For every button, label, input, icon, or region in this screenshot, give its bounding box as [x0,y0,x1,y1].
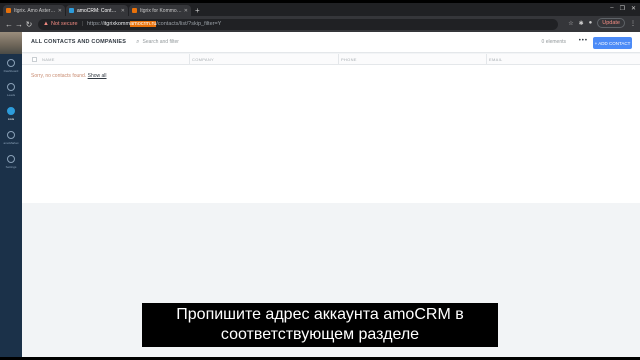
extensions-icon[interactable]: ✱ [579,20,584,27]
sidebar-item-lists[interactable]: Lists [0,102,22,126]
lists-icon [7,107,15,115]
browser-toolbar: ← → ↻ ▲ Not secure | https:// itgrixkomm… [0,16,640,32]
browser-right-tools: ☆ ✱ ● Update ⋮ [568,18,636,28]
tab-label: amoCRM: Contacts, itgrix [77,7,119,14]
tab-close-icon[interactable]: ✕ [121,8,125,14]
account-avatar[interactable] [0,32,22,54]
sidebar-item-label: Dashboard [3,69,19,73]
sidebar-item-label: Settings [5,165,17,169]
dashboard-icon [7,59,15,67]
search-icon: ⌕ [136,38,140,45]
browser-window: Itgrix. Amo Asterisk Conn ✕ amoCRM: Cont… [0,3,640,357]
table-header: NAME COMPANY PHONE EMAIL [22,54,640,65]
url-highlight: amocrm.ru [130,21,157,27]
page-title: ALL CONTACTS AND COMPANIES [31,39,127,45]
sidebar-item-dashboard[interactable]: Dashboard [0,54,22,78]
tab-favicon-icon [6,8,11,13]
contacts-table: NAME COMPANY PHONE EMAIL Sorry, no conta… [22,54,640,203]
sidebar-item-label: Lists [7,117,15,121]
tab-close-icon[interactable]: ✕ [58,8,62,14]
tab-close-icon[interactable]: ✕ [184,8,188,14]
tab-label: Itgrix. Amo Asterisk Conn [14,7,56,14]
not-secure-label: Not secure [50,21,78,27]
empty-text: Sorry, no contacts found. [31,73,87,79]
address-separator: | [81,21,83,27]
minimize-icon[interactable]: ‒ [610,5,613,12]
video-subtitle: Пропишите адрес аккаунта amoCRM в соотве… [142,303,498,347]
list-header: ALL CONTACTS AND COMPANIES ⌕ Search and … [22,32,640,53]
add-contact-button[interactable]: + ADD CONTACT [593,37,632,49]
url-path: /contacts/list/?skip_filter=Y [156,21,222,27]
more-options-button[interactable]: ••• [579,38,588,44]
settings-icon [7,155,15,163]
search-input[interactable]: ⌕ Search and filter [136,39,179,46]
sidebar: Dashboard Leads Lists amoMarket Settings [0,32,22,357]
profile-icon[interactable]: ● [589,20,593,26]
bookmark-star-icon[interactable]: ☆ [568,20,573,27]
sidebar-item-label: amoMarket [3,141,19,145]
browser-tab-1[interactable]: Itgrix. Amo Asterisk Conn ✕ [3,5,65,16]
column-divider [189,54,190,65]
video-frame: Itgrix. Amo Asterisk Conn ✕ amoCRM: Cont… [0,0,640,360]
browser-tab-2[interactable]: amoCRM: Contacts, itgrix ✕ [66,5,128,16]
new-tab-button[interactable]: + [195,5,200,16]
column-header-name[interactable]: NAME [42,57,55,62]
forward-icon[interactable]: → [14,20,24,29]
back-icon[interactable]: ← [4,20,14,29]
tab-label: Itgrix for Kommo and Ast [140,7,182,14]
column-divider [338,54,339,65]
sidebar-item-label: Leads [6,93,16,97]
column-divider [486,54,487,65]
element-count: 0 elements [541,39,566,45]
select-all-checkbox[interactable] [32,57,37,62]
close-window-icon[interactable]: ✕ [631,5,636,12]
leads-icon [7,83,15,91]
menu-icon[interactable]: ⋮ [630,20,636,27]
column-header-company[interactable]: COMPANY [192,57,214,62]
tab-strip: Itgrix. Amo Asterisk Conn ✕ amoCRM: Cont… [0,3,640,16]
search-placeholder: Search and filter [142,39,179,45]
column-header-phone[interactable]: PHONE [341,57,357,62]
url-prefix: https:// [87,21,104,27]
browser-tab-3[interactable]: Itgrix for Kommo and Ast ✕ [129,5,191,16]
maximize-icon[interactable]: ❐ [620,5,625,12]
window-controls: ‒ ❐ ✕ [610,5,636,12]
subtitle-line-2: соответствующем разделе [220,326,420,343]
address-bar[interactable]: ▲ Not secure | https:// itgrixkomm amocr… [38,18,558,30]
empty-state-message: Sorry, no contacts found. Show all [31,73,107,79]
market-icon [7,131,15,139]
tab-favicon-icon [69,8,74,13]
warning-icon: ▲ [43,21,49,27]
sidebar-item-leads[interactable]: Leads [0,78,22,102]
sidebar-item-amomarket[interactable]: amoMarket [0,126,22,150]
column-header-email[interactable]: EMAIL [489,57,503,62]
tab-favicon-icon [132,8,137,13]
url-host: itgrixkomm [103,21,131,27]
update-button[interactable]: Update [597,18,625,28]
show-all-link[interactable]: Show all [88,73,107,79]
subtitle-line-1: Пропишите адрес аккаунта amoCRM в [176,306,464,323]
sidebar-item-settings[interactable]: Settings [0,150,22,174]
reload-icon[interactable]: ↻ [24,20,34,29]
